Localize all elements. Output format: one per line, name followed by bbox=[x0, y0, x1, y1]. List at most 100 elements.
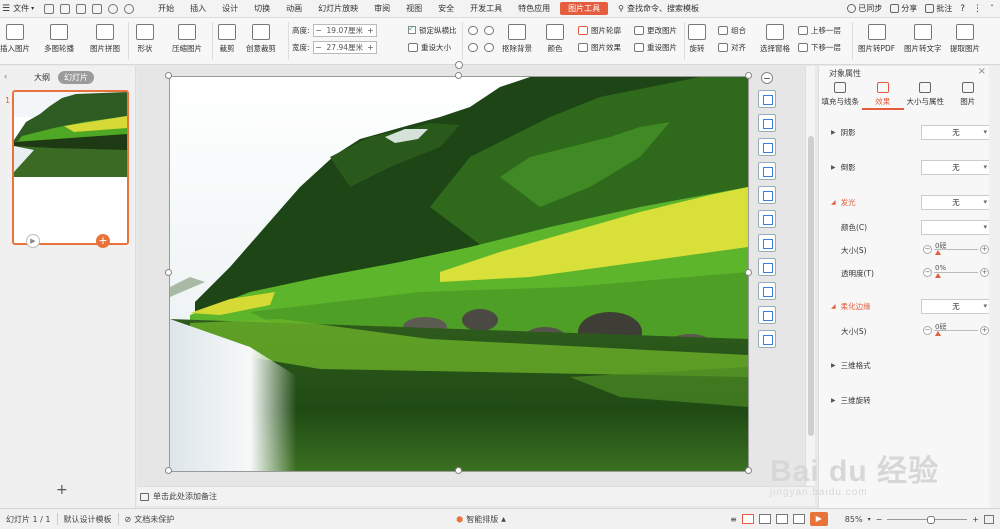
tab-transition[interactable]: 切换 bbox=[246, 0, 278, 18]
picture-settings-icon[interactable] bbox=[758, 306, 776, 324]
glow-size-slider[interactable]: − 0磅 + bbox=[923, 242, 989, 255]
slider-knob[interactable] bbox=[935, 273, 941, 278]
menu-lines-icon[interactable]: ≡ bbox=[730, 515, 737, 524]
zoom-in-icon[interactable]: + bbox=[972, 515, 979, 524]
picture-collage-button[interactable]: 图片拼图 bbox=[90, 24, 120, 54]
tab-design[interactable]: 设计 bbox=[214, 0, 246, 18]
more-icon[interactable]: ⋮ bbox=[973, 4, 982, 14]
resize-handle-right[interactable] bbox=[745, 269, 752, 276]
add-slide-button[interactable]: + bbox=[96, 234, 110, 248]
design-template[interactable]: 默认设计模板 bbox=[58, 514, 118, 525]
tab-effects[interactable]: 效果 bbox=[861, 82, 904, 110]
plus-icon[interactable]: + bbox=[980, 326, 989, 335]
tab-review[interactable]: 审阅 bbox=[366, 0, 398, 18]
minus-icon[interactable]: − bbox=[923, 326, 932, 335]
layout-icon[interactable] bbox=[758, 162, 776, 180]
color-button[interactable]: 颜色 bbox=[546, 24, 564, 54]
resize-handle-top-left[interactable] bbox=[165, 72, 172, 79]
close-icon[interactable]: × bbox=[978, 66, 986, 77]
resize-handle-bottom[interactable] bbox=[455, 467, 462, 474]
export-pdf-icon[interactable] bbox=[60, 3, 71, 14]
plus-icon[interactable]: + bbox=[366, 43, 376, 52]
chevron-right-icon[interactable]: ▶ bbox=[831, 129, 836, 136]
undo-icon[interactable] bbox=[108, 3, 119, 14]
tab-developer[interactable]: 开发工具 bbox=[462, 0, 510, 18]
chevron-right-icon[interactable]: ▶ bbox=[831, 164, 836, 171]
height-value[interactable]: 19.07厘米 bbox=[324, 25, 366, 36]
save-icon[interactable] bbox=[44, 3, 55, 14]
sync-button[interactable]: 已同步 bbox=[847, 3, 882, 14]
resize-handle-left[interactable] bbox=[165, 269, 172, 276]
width-value[interactable]: 27.94厘米 bbox=[324, 42, 366, 53]
reset-size-button[interactable]: 重设大小 bbox=[408, 40, 451, 54]
reflection-dropdown[interactable]: 无 bbox=[921, 160, 991, 175]
chevron-right-icon[interactable]: ▶ bbox=[831, 362, 836, 369]
selection-pane-button[interactable]: 选择窗格 bbox=[760, 24, 790, 54]
chevron-right-icon[interactable]: ▶ bbox=[831, 397, 836, 404]
three-d-format-row[interactable]: ▶ 三维格式 bbox=[831, 358, 981, 372]
tab-slideshow[interactable]: 幻灯片放映 bbox=[310, 0, 366, 18]
crop-button[interactable]: 裁剪 bbox=[218, 24, 236, 54]
remove-bg-button[interactable]: 抠除背景 bbox=[502, 24, 532, 54]
tab-insert[interactable]: 插入 bbox=[182, 0, 214, 18]
layers-icon[interactable] bbox=[758, 90, 776, 108]
play-from-slide-button[interactable]: ▶ bbox=[26, 234, 40, 248]
tab-security[interactable]: 安全 bbox=[430, 0, 462, 18]
sorter-view-icon[interactable] bbox=[758, 514, 771, 524]
minus-icon[interactable]: − bbox=[314, 26, 324, 35]
tab-outline[interactable]: 大纲 bbox=[34, 72, 50, 83]
share-button[interactable]: 分享 bbox=[890, 3, 917, 14]
slide-thumbnail[interactable] bbox=[12, 90, 129, 245]
soft-edges-dropdown[interactable]: 无 bbox=[921, 299, 991, 314]
shadow-dropdown[interactable]: 无 bbox=[921, 125, 991, 140]
document-protection[interactable]: ⊘ 文档未保护 bbox=[119, 514, 181, 525]
compress-button[interactable]: 压缩图片 bbox=[172, 24, 202, 54]
rotate-button[interactable]: 旋转 bbox=[688, 24, 706, 54]
glow-transparency-slider[interactable]: − 0% + bbox=[923, 264, 989, 278]
resize-handle-bottom-right[interactable] bbox=[745, 467, 752, 474]
fit-window-icon[interactable] bbox=[984, 514, 994, 524]
tab-fill-line[interactable]: 填充与线条 bbox=[819, 82, 862, 110]
rotate-handle[interactable] bbox=[455, 61, 463, 69]
smart-layout-button[interactable]: ⬢ 智能排版 ▲ bbox=[450, 514, 512, 525]
contrast-down-button[interactable] bbox=[484, 40, 494, 54]
chevron-down-icon[interactable]: ◢ bbox=[831, 199, 836, 206]
zoom-out-icon[interactable]: − bbox=[876, 515, 883, 524]
tab-home[interactable]: 开始 bbox=[150, 0, 182, 18]
picture-to-pdf-button[interactable]: 图片转PDF bbox=[858, 24, 895, 54]
redo-icon[interactable] bbox=[124, 3, 135, 14]
brightness-up-button[interactable] bbox=[468, 23, 478, 37]
copy-icon[interactable] bbox=[758, 282, 776, 300]
glow-dropdown[interactable]: 无 bbox=[921, 195, 991, 210]
slide-canvas[interactable] bbox=[169, 76, 749, 472]
collapse-panel-icon[interactable]: ‹ bbox=[4, 72, 7, 81]
duplicate-icon[interactable] bbox=[758, 234, 776, 252]
scrollbar-thumb[interactable] bbox=[808, 136, 814, 436]
extract-picture-button[interactable]: 提取图片 bbox=[950, 24, 980, 54]
picture-effect-button[interactable]: 图片效果 bbox=[578, 40, 621, 54]
height-stepper[interactable]: − 19.07厘米 + bbox=[312, 23, 377, 37]
change-picture-button[interactable]: 更改图片 bbox=[634, 23, 677, 37]
help-icon[interactable]: ? bbox=[960, 4, 965, 14]
grid-icon[interactable] bbox=[758, 210, 776, 228]
chevron-up-icon[interactable]: ˆ bbox=[990, 4, 994, 13]
tab-picture[interactable]: 图片 bbox=[947, 82, 990, 110]
resize-handle-top-right[interactable] bbox=[745, 72, 752, 79]
zoom-icon[interactable] bbox=[758, 186, 776, 204]
transparency-icon[interactable] bbox=[758, 330, 776, 348]
three-d-rotation-row[interactable]: ▶ 三维旋转 bbox=[831, 393, 981, 407]
landscape-photo[interactable] bbox=[170, 77, 748, 471]
notes-placeholder[interactable]: 单击此处添加备注 bbox=[153, 491, 217, 502]
zoom-level[interactable]: 85% bbox=[845, 515, 863, 524]
new-slide-button[interactable]: + bbox=[56, 482, 68, 498]
resize-handle-top[interactable] bbox=[455, 72, 462, 79]
brightness-down-button[interactable] bbox=[468, 40, 478, 54]
tab-slides[interactable]: 幻灯片 bbox=[58, 70, 94, 84]
normal-view-icon[interactable] bbox=[741, 514, 754, 524]
slideshow-play-button[interactable]: ▶ bbox=[809, 512, 828, 526]
crop-icon[interactable] bbox=[758, 114, 776, 132]
send-backward-button[interactable]: 下移一层 bbox=[798, 40, 841, 54]
bring-forward-button[interactable]: 上移一层 bbox=[798, 23, 841, 37]
shape-button[interactable]: 形状 bbox=[136, 24, 154, 54]
tab-view[interactable]: 视图 bbox=[398, 0, 430, 18]
